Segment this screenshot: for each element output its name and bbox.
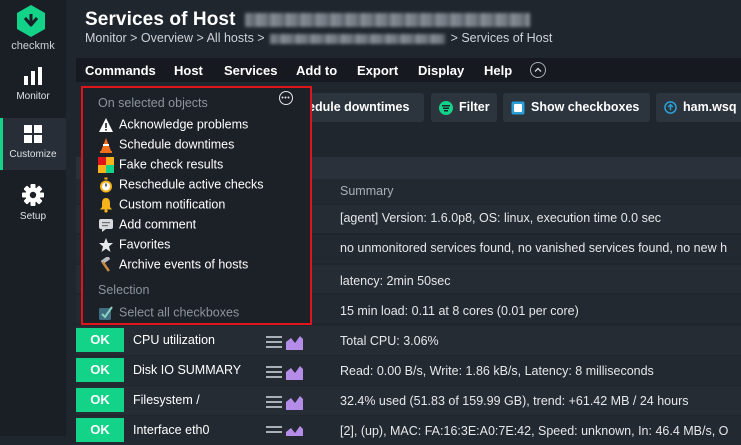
checkbox-icon bbox=[511, 101, 525, 115]
redacted-host-crumb[interactable] bbox=[270, 33, 446, 44]
row-actions-icons[interactable] bbox=[266, 333, 306, 351]
graph-icon bbox=[286, 426, 303, 436]
filter-button[interactable]: Filter bbox=[431, 93, 497, 122]
row-summary: Read: 0.00 B/s, Write: 1.86 kB/s, Latenc… bbox=[340, 364, 654, 378]
row-actions-icons[interactable] bbox=[266, 363, 306, 381]
breadcrumb: Monitor > Overview > All hosts > > Servi… bbox=[85, 31, 552, 45]
row-summary: 15 min load: 0.11 at 8 cores (0.01 per c… bbox=[340, 304, 579, 318]
page-title: Services of Host bbox=[85, 9, 530, 31]
more-options-icon[interactable] bbox=[279, 91, 293, 105]
host-link-label: ham.wsq bbox=[683, 100, 737, 114]
breadcrumb-prefix[interactable]: Monitor > Overview > All hosts > bbox=[85, 31, 265, 45]
warning-icon bbox=[99, 118, 113, 132]
item-label: Favorites bbox=[119, 237, 171, 252]
row-summary: latency: 2min 50sec bbox=[340, 274, 451, 288]
add-comment-item[interactable]: Add comment bbox=[98, 217, 196, 235]
menu-services[interactable]: Services bbox=[224, 63, 278, 78]
upload-icon bbox=[664, 101, 677, 115]
commands-dropdown: On selected objects Acknowledge problems… bbox=[81, 86, 312, 325]
nav-monitor[interactable]: Monitor bbox=[0, 66, 66, 118]
bell-icon bbox=[100, 198, 112, 213]
reschedule-active-checks-item[interactable]: Reschedule active checks bbox=[98, 177, 264, 195]
status-badge: OK bbox=[76, 328, 124, 352]
item-label: Archive events of hosts bbox=[119, 257, 249, 272]
grid-icon bbox=[24, 125, 42, 143]
menu-icon bbox=[266, 426, 282, 433]
bar-chart-icon bbox=[24, 67, 42, 85]
item-label: Acknowledge problems bbox=[119, 117, 249, 132]
dropdown-section-selection: Selection bbox=[98, 283, 150, 297]
nav-monitor-label: Monitor bbox=[16, 91, 50, 102]
menu-add-to[interactable]: Add to bbox=[296, 63, 337, 78]
star-icon bbox=[99, 238, 113, 252]
service-name-link[interactable]: Filesystem / bbox=[133, 393, 200, 407]
schedule-downtimes-button[interactable]: edule downtimes bbox=[300, 93, 424, 122]
nav-customize-label: Customize bbox=[9, 149, 57, 160]
fake-results-icon bbox=[98, 157, 114, 173]
page-title-text: Services of Host bbox=[85, 9, 236, 30]
status-badge: OK bbox=[76, 358, 124, 382]
status-badge: OK bbox=[76, 388, 124, 412]
hammer-icon bbox=[101, 257, 110, 272]
menu-icon bbox=[266, 366, 282, 378]
dropdown-section-objects: On selected objects bbox=[98, 96, 208, 110]
row-summary: 32.4% used (51.83 of 159.99 GB), trend: … bbox=[340, 394, 689, 408]
acknowledge-problems-item[interactable]: Acknowledge problems bbox=[98, 117, 248, 135]
row-actions-icons[interactable] bbox=[266, 423, 306, 436]
graph-icon bbox=[286, 396, 303, 410]
row-summary: [agent] Version: 1.6.0p8, OS: linux, exe… bbox=[340, 211, 662, 225]
item-label: Reschedule active checks bbox=[119, 177, 264, 192]
menu-display[interactable]: Display bbox=[418, 63, 464, 78]
filter-icon bbox=[439, 100, 453, 115]
graph-icon bbox=[286, 336, 303, 350]
menu-host[interactable]: Host bbox=[174, 63, 203, 78]
nav-customize[interactable]: Customize bbox=[0, 118, 66, 170]
service-name-link[interactable]: Disk IO SUMMARY bbox=[133, 363, 241, 377]
custom-notification-item[interactable]: Custom notification bbox=[98, 197, 225, 215]
schedule-downtimes-label: edule downtimes bbox=[308, 100, 410, 114]
stopwatch-icon bbox=[100, 177, 112, 193]
graph-icon bbox=[286, 366, 303, 380]
status-badge: OK bbox=[76, 418, 124, 442]
row-actions-icons[interactable] bbox=[266, 393, 306, 411]
item-label: Add comment bbox=[119, 217, 197, 232]
nav-setup-label: Setup bbox=[19, 211, 47, 222]
item-label: Select all checkboxes bbox=[119, 305, 240, 320]
filter-label: Filter bbox=[459, 100, 490, 114]
cone-icon bbox=[100, 138, 112, 153]
schedule-downtimes-item[interactable]: Schedule downtimes bbox=[98, 137, 234, 155]
show-checkboxes-label: Show checkboxes bbox=[531, 100, 640, 114]
breadcrumb-suffix: > Services of Host bbox=[450, 31, 553, 45]
row-summary: no unmonitored services found, no vanish… bbox=[340, 241, 728, 255]
show-checkboxes-button[interactable]: Show checkboxes bbox=[503, 93, 650, 122]
fake-check-results-item[interactable]: Fake check results bbox=[98, 157, 223, 175]
service-name-link[interactable]: CPU utilization bbox=[133, 333, 215, 347]
archive-events-item[interactable]: Archive events of hosts bbox=[98, 257, 248, 275]
checkmk-logo-icon[interactable] bbox=[14, 4, 48, 38]
redacted-hostname bbox=[244, 12, 530, 27]
sidebar: checkmk Monitor Customize Setup bbox=[0, 0, 66, 436]
item-label: Fake check results bbox=[119, 157, 224, 172]
menu-icon bbox=[266, 336, 282, 348]
menu-help[interactable]: Help bbox=[484, 63, 512, 78]
row-summary: Total CPU: 3.06% bbox=[340, 334, 439, 348]
item-label: Custom notification bbox=[119, 197, 226, 212]
service-name-link[interactable]: Interface eth0 bbox=[133, 423, 209, 437]
host-link-button[interactable]: ham.wsq bbox=[656, 93, 741, 122]
checkbox-select-icon bbox=[99, 306, 113, 320]
item-label: Schedule downtimes bbox=[119, 137, 235, 152]
menu-export[interactable]: Export bbox=[357, 63, 398, 78]
gear-icon bbox=[22, 184, 44, 206]
favorites-item[interactable]: Favorites bbox=[98, 237, 170, 255]
comment-icon bbox=[99, 219, 113, 232]
menu-icon bbox=[266, 396, 282, 408]
select-all-checkboxes-item[interactable]: Select all checkboxes bbox=[98, 305, 239, 323]
summary-column-header[interactable]: Summary bbox=[340, 184, 393, 198]
logo-text: checkmk bbox=[11, 40, 55, 52]
nav-setup[interactable]: Setup bbox=[0, 184, 66, 236]
collapse-menu-icon[interactable] bbox=[530, 62, 546, 78]
menu-commands[interactable]: Commands bbox=[85, 63, 156, 78]
